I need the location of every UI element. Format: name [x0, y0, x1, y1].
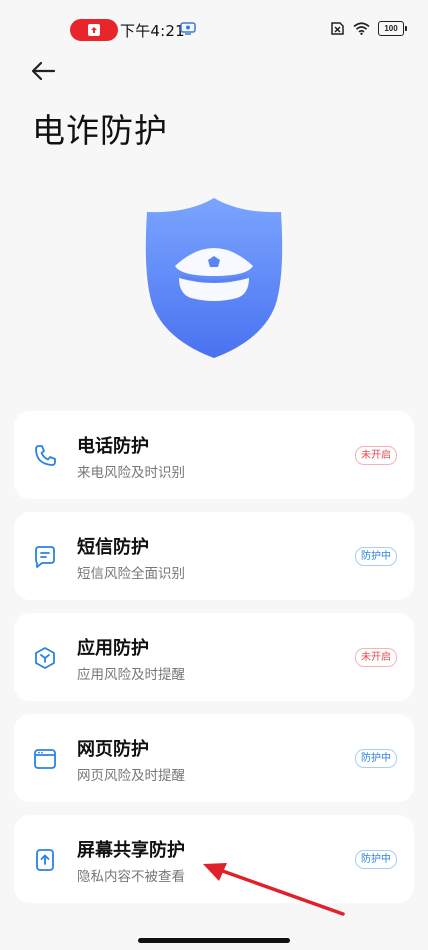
status-time: 下午4:21	[120, 22, 185, 40]
annotation-arrow-icon	[203, 863, 345, 916]
home-indicator[interactable]	[138, 938, 290, 943]
message-icon	[35, 546, 55, 568]
back-button[interactable]	[26, 56, 60, 86]
status-badge: 未开启	[355, 446, 397, 465]
card-title: 屏幕共享防护	[77, 840, 185, 861]
card-phone-protection[interactable]: 电话防护 来电风险及时识别 未开启	[14, 411, 414, 499]
back-arrow-icon	[31, 61, 56, 81]
no-sim-icon	[331, 22, 344, 35]
screen-share-icon	[36, 849, 54, 871]
card-subtitle: 网页风险及时提醒	[77, 768, 185, 784]
card-app-protection[interactable]: 应用防护 应用风险及时提醒 未开启	[14, 613, 414, 701]
card-sms-protection[interactable]: 短信防护 短信风险全面识别 防护中	[14, 512, 414, 600]
wifi-icon	[353, 22, 370, 35]
police-shield-icon	[145, 198, 283, 358]
card-title: 电话防护	[77, 436, 149, 457]
upload-icon	[88, 24, 100, 36]
app-cube-icon	[35, 647, 55, 669]
card-subtitle: 短信风险全面识别	[77, 566, 185, 582]
status-badge: 防护中	[355, 547, 397, 566]
phone-icon	[35, 445, 56, 466]
status-badge: 防护中	[355, 749, 397, 768]
card-title: 网页防护	[77, 739, 149, 760]
notification-icon	[180, 22, 196, 35]
protection-list: 电话防护 来电风险及时识别 未开启 短信防护 短信风险全面识别 防护中 应用防护…	[14, 411, 414, 916]
card-title: 应用防护	[77, 638, 149, 659]
card-web-protection[interactable]: 网页防护 网页风险及时提醒 防护中	[14, 714, 414, 802]
page-title: 电诈防护	[32, 111, 168, 150]
status-badge: 防护中	[355, 850, 397, 869]
card-subtitle: 应用风险及时提醒	[77, 667, 185, 683]
screen-share-pill[interactable]	[70, 19, 118, 41]
card-title: 短信防护	[77, 537, 149, 558]
card-subtitle: 隐私内容不被查看	[77, 869, 185, 885]
card-subtitle: 来电风险及时识别	[77, 465, 185, 481]
battery-icon: 100	[378, 21, 407, 36]
browser-icon	[34, 749, 56, 769]
status-badge: 未开启	[355, 648, 397, 667]
status-bar: 下午4:21 100	[0, 0, 428, 60]
